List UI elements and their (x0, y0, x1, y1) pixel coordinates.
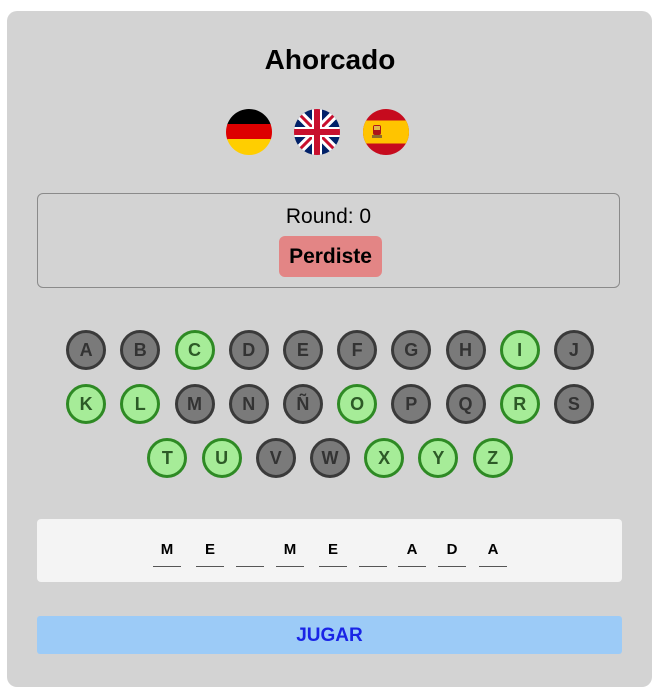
letter-slot (359, 541, 387, 567)
letter-slot: M (276, 541, 304, 567)
letter-slot (236, 541, 264, 567)
key-s[interactable]: S (553, 384, 594, 424)
key-n[interactable]: N (228, 384, 269, 424)
game-title: Ahorcado (264, 44, 396, 75)
key-a[interactable]: A (66, 330, 107, 370)
key-z[interactable]: Z (472, 438, 513, 478)
letter-slot: D (438, 541, 466, 567)
letter-slot: A (479, 541, 507, 567)
word-display: MEMEADA (37, 519, 622, 582)
status-panel: Round: 0 Perdiste (37, 193, 620, 288)
letter-slot: A (398, 541, 426, 567)
language-selector (226, 109, 410, 157)
play-button[interactable]: JUGAR (37, 616, 622, 654)
key-h[interactable]: H (445, 330, 486, 370)
key-q[interactable]: Q (445, 384, 486, 424)
uk-flag-icon[interactable] (294, 109, 340, 155)
key-c[interactable]: C (174, 330, 215, 370)
result-badge: Perdiste (279, 236, 382, 277)
letter-slot: E (319, 541, 347, 567)
key-k[interactable]: K (66, 384, 107, 424)
key-f[interactable]: F (337, 330, 378, 370)
key-m[interactable]: M (174, 384, 215, 424)
key-r[interactable]: R (499, 384, 540, 424)
key-u[interactable]: U (201, 438, 242, 478)
letter-slot: M (153, 541, 181, 567)
german-flag-icon[interactable] (226, 109, 272, 155)
key-j[interactable]: J (553, 330, 594, 370)
letter-slot: E (196, 541, 224, 567)
spain-flag-icon[interactable] (363, 109, 409, 155)
key-d[interactable]: D (228, 330, 269, 370)
key-ñ[interactable]: Ñ (282, 384, 323, 424)
key-v[interactable]: V (255, 438, 296, 478)
key-o[interactable]: O (337, 384, 378, 424)
key-i[interactable]: I (499, 330, 540, 370)
key-x[interactable]: X (364, 438, 405, 478)
key-w[interactable]: W (310, 438, 350, 478)
key-e[interactable]: E (282, 330, 323, 370)
round-counter: Round: 0 (285, 205, 372, 228)
